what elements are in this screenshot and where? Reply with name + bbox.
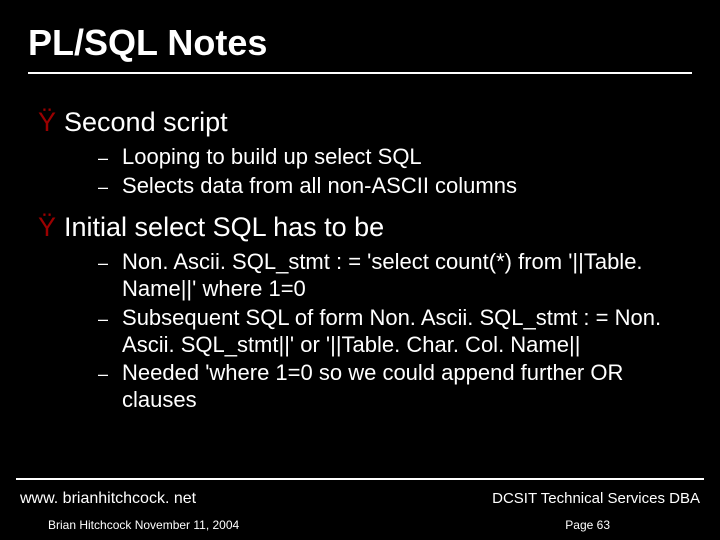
list-item: Ÿ Initial select SQL has to be [38, 213, 688, 243]
dash-icon: – [98, 363, 108, 386]
bullet-icon: Ÿ [38, 214, 56, 241]
dash-icon: – [98, 308, 108, 331]
dash-icon: – [98, 176, 108, 199]
sublist: – Looping to build up select SQL – Selec… [98, 144, 688, 200]
list-subitem: – Looping to build up select SQL [98, 144, 688, 171]
list-subitem-label: Needed 'where 1=0 so we could append fur… [122, 360, 682, 414]
footer-page: Page 63 [565, 518, 610, 532]
title-underline [28, 72, 692, 74]
dash-icon: – [98, 147, 108, 170]
slide-footer: www. brianhitchcock. net DCSIT Technical… [0, 478, 720, 540]
dash-icon: – [98, 252, 108, 275]
list-item: Ÿ Second script [38, 108, 688, 138]
list-subitem: – Needed 'where 1=0 so we could append f… [98, 360, 688, 414]
slide-title: PL/SQL Notes [0, 0, 720, 64]
footer-org: DCSIT Technical Services DBA [492, 490, 700, 507]
list-subitem: – Subsequent SQL of form Non. Ascii. SQL… [98, 305, 688, 359]
sublist: – Non. Ascii. SQL_stmt : = 'select count… [98, 249, 688, 414]
list-subitem-label: Subsequent SQL of form Non. Ascii. SQL_s… [122, 305, 682, 359]
list-item-label: Second script [64, 108, 228, 138]
bullet-icon: Ÿ [38, 109, 56, 136]
footer-url: www. brianhitchcock. net [20, 490, 196, 508]
list-subitem: – Selects data from all non-ASCII column… [98, 173, 688, 200]
slide-content: Ÿ Second script – Looping to build up se… [38, 108, 688, 428]
footer-author: Brian Hitchcock November 11, 2004 [48, 518, 239, 532]
list-subitem-label: Non. Ascii. SQL_stmt : = 'select count(*… [122, 249, 682, 303]
list-subitem-label: Selects data from all non-ASCII columns [122, 173, 517, 200]
list-item-label: Initial select SQL has to be [64, 213, 384, 243]
list-subitem-label: Looping to build up select SQL [122, 144, 422, 171]
slide: PL/SQL Notes Ÿ Second script – Looping t… [0, 0, 720, 540]
footer-rule [16, 478, 704, 480]
list-subitem: – Non. Ascii. SQL_stmt : = 'select count… [98, 249, 688, 303]
